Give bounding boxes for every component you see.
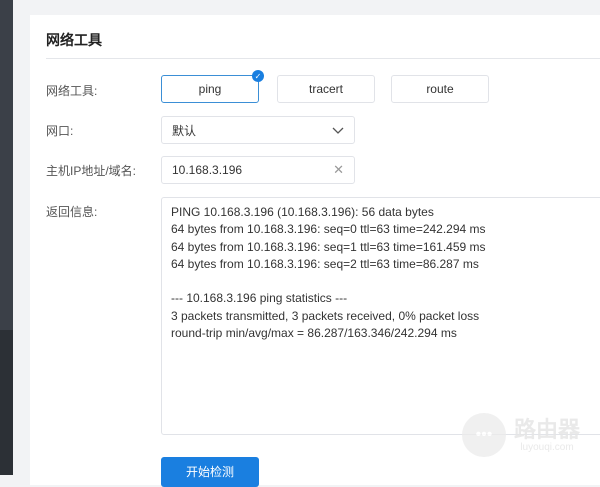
output-label: 返回信息: (46, 205, 98, 219)
page-title: 网络工具 (46, 32, 102, 48)
output-textarea[interactable]: PING 10.168.3.196 (10.168.3.196): 56 dat… (161, 197, 600, 435)
router-logo-icon: ••• (462, 413, 506, 457)
clear-icon[interactable]: ✕ (333, 162, 344, 178)
tool-ping-label: ping (198, 82, 222, 96)
tool-tracert-label: tracert (308, 82, 343, 96)
tool-ping-button[interactable]: ping ✓ (161, 70, 264, 103)
tool-label: 网络工具: (46, 84, 98, 98)
watermark-site: luyouqi.com (520, 441, 574, 453)
start-button[interactable]: 开始检测 (161, 457, 259, 487)
host-input[interactable]: 10.168.3.196 ✕ (161, 156, 355, 184)
host-label: 主机IP地址/域名: (46, 164, 137, 178)
tool-tracert-button[interactable]: tracert (277, 75, 375, 103)
chevron-down-icon (332, 123, 344, 138)
tool-route-label: route (426, 82, 454, 96)
watermark-name: 路由器 (514, 416, 581, 442)
tool-route-button[interactable]: route (391, 75, 489, 103)
sidebar (0, 0, 13, 475)
interface-value: 默认 (172, 123, 197, 138)
host-value: 10.168.3.196 (172, 163, 243, 177)
watermark: ••• 路由器 luyouqi.com (462, 413, 580, 457)
check-icon: ✓ (252, 70, 264, 82)
interface-label: 网口: (46, 124, 74, 138)
interface-select[interactable]: 默认 (161, 116, 355, 144)
divider (46, 58, 600, 59)
